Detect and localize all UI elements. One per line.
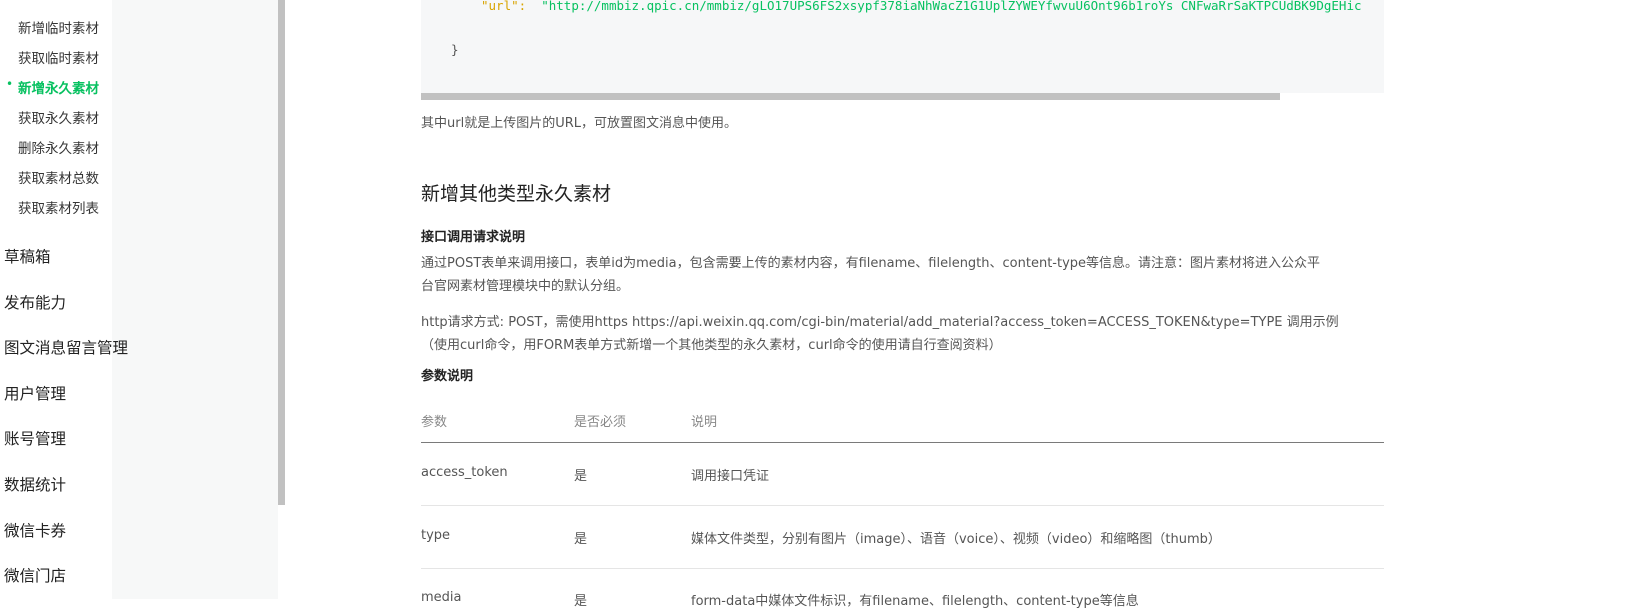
sidebar-item-delete-permanent-material[interactable]: 删除永久素材 <box>18 137 99 157</box>
http-method-line-1: http请求方式: POST，需使用https https://api.weix… <box>421 315 1339 330</box>
sidebar-item-get-temp-material[interactable]: 获取临时素材 <box>18 47 99 67</box>
table-header-required: 是否必须 <box>574 415 627 430</box>
sidebar-nav: 新增临时素材 获取临时素材 • 新增永久素材 获取永久素材 删除永久素材 获取素… <box>0 0 285 599</box>
sidebar-scrollbar[interactable] <box>278 0 285 505</box>
sidebar-item-add-permanent-material[interactable]: 新增永久素材 <box>18 77 99 97</box>
sidebar-item-publish[interactable]: 发布能力 <box>4 291 66 313</box>
sidebar-item-add-temp-material[interactable]: 新增临时素材 <box>18 17 99 37</box>
http-method-line-2: （使用curl命令，用FORM表单方式新增一个其他类型的永久素材，curl命令的… <box>421 338 1002 353</box>
sidebar-item-account-management[interactable]: 账号管理 <box>4 427 66 449</box>
table-cell-param: access_token <box>421 465 508 480</box>
code-horizontal-scrollbar[interactable] <box>421 93 1280 100</box>
description-line-1: 通过POST表单来调用接口，表单id为media，包含需要上传的素材内容，有fi… <box>421 256 1321 271</box>
sidebar-item-material-list[interactable]: 获取素材列表 <box>18 197 99 217</box>
table-row-divider <box>421 505 1384 506</box>
table-header-divider <box>421 442 1384 443</box>
table-cell-description: form-data中媒体文件标识，有filename、filelength、co… <box>691 594 1139 609</box>
sidebar-item-user-management[interactable]: 用户管理 <box>4 382 66 404</box>
params-title: 参数说明 <box>421 369 474 384</box>
table-cell-param: media <box>421 590 462 605</box>
table-cell-required: 是 <box>574 532 588 547</box>
table-row-divider <box>421 568 1384 569</box>
code-url-line: "url": "http://mmbiz.qpic.cn/mmbiz/gLO17… <box>481 0 1362 13</box>
sidebar-item-wechat-cards[interactable]: 微信卡券 <box>4 519 66 541</box>
active-bullet-icon: • <box>6 77 14 91</box>
sidebar-item-statistics[interactable]: 数据统计 <box>4 473 66 495</box>
table-cell-required: 是 <box>574 469 588 484</box>
code-url-value: "http://mmbiz.qpic.cn/mmbiz/gLO17UPS6FS2… <box>541 0 1362 13</box>
table-header-description: 说明 <box>691 415 718 430</box>
sidebar-background <box>112 0 278 599</box>
table-cell-description: 调用接口凭证 <box>691 469 770 484</box>
section-title: 新增其他类型永久素材 <box>421 183 612 205</box>
code-block: "url": "http://mmbiz.qpic.cn/mmbiz/gLO17… <box>421 0 1384 93</box>
sidebar-item-wechat-stores[interactable]: 微信门店 <box>4 564 66 586</box>
table-cell-param: type <box>421 528 451 543</box>
table-cell-description: 媒体文件类型，分别有图片（image）、语音（voice）、视频（video）和… <box>691 532 1221 547</box>
sidebar-item-comment-management[interactable]: 图文消息留言管理 <box>4 336 128 358</box>
sidebar-item-get-permanent-material[interactable]: 获取永久素材 <box>18 107 99 127</box>
sidebar-item-drafts[interactable]: 草稿箱 <box>4 245 51 267</box>
url-note: 其中url就是上传图片的URL，可放置图文消息中使用。 <box>421 116 737 131</box>
request-title: 接口调用请求说明 <box>421 230 526 245</box>
code-closing-brace: } <box>451 42 459 57</box>
code-key: "url": <box>481 0 527 13</box>
sidebar-item-material-count[interactable]: 获取素材总数 <box>18 167 99 187</box>
table-header-param: 参数 <box>421 415 448 430</box>
description-line-2: 台官网素材管理模块中的默认分组。 <box>421 279 630 294</box>
table-cell-required: 是 <box>574 594 588 609</box>
